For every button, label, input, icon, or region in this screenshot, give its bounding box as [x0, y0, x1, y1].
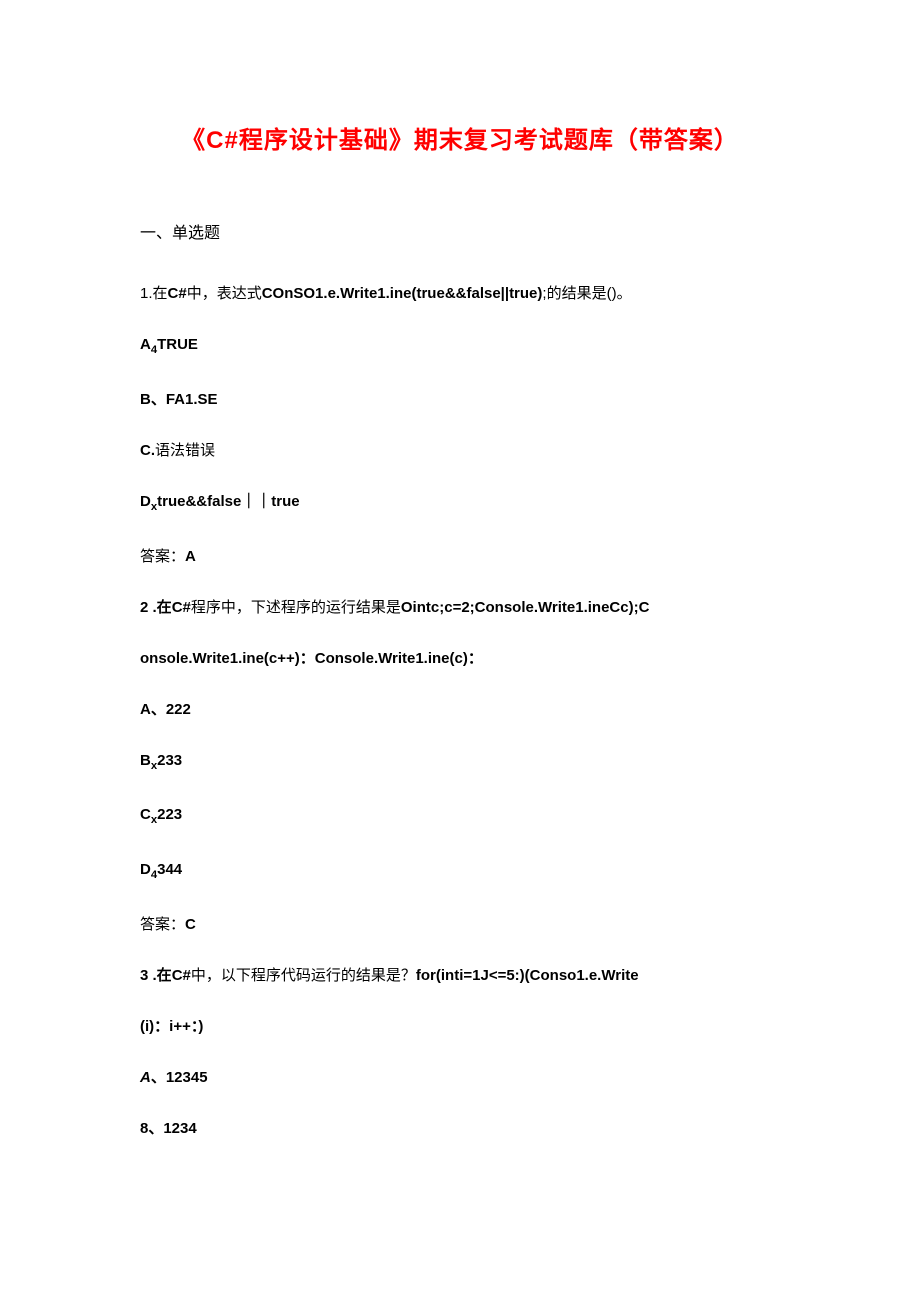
text: for(inti=1J<=5:)(Conso1.e.Write: [416, 967, 639, 984]
text: 3 .在: [140, 967, 172, 984]
text: 、12345: [151, 1069, 208, 1086]
q3-stem-line2: (i)：i++：): [140, 1016, 780, 1037]
section-heading: 一、单选题: [140, 219, 780, 243]
q3-option-b: 8、1234: [140, 1118, 780, 1139]
q1-option-c: C.语法错误: [140, 440, 780, 461]
text: 223: [157, 806, 182, 823]
text: 中，表达式: [187, 285, 262, 302]
q2-stem-line1: 2 .在C#程序中，下述程序的运行结果是Ointc;c=2;Console.Wr…: [140, 597, 780, 618]
text: C: [140, 806, 151, 823]
answer-label: 答案：: [140, 548, 185, 565]
text: 233: [157, 752, 182, 769]
text: TRUE: [157, 336, 198, 353]
text: true&&false｜｜true: [157, 493, 300, 510]
answer-value: C: [185, 916, 196, 933]
q2-option-a: A、222: [140, 699, 780, 720]
text: 1.在: [140, 285, 168, 302]
answer-value: A: [185, 548, 196, 565]
text: ;的结果是()。: [542, 285, 631, 302]
q3-option-a: A、12345: [140, 1067, 780, 1088]
text: C#: [172, 599, 191, 616]
text: A: [140, 336, 151, 353]
q1-option-b: B、FA1.SE: [140, 389, 780, 410]
q3-stem-line1: 3 .在C#中，以下程序代码运行的结果是？for(inti=1J<=5:)(Co…: [140, 965, 780, 986]
text: 语法错误: [155, 442, 215, 459]
answer-label: 答案：: [140, 916, 185, 933]
q2-answer: 答案：C: [140, 914, 780, 935]
q1-stem: 1.在C#中，表达式COnSO1.e.Write1.ine(true&&fals…: [140, 283, 780, 304]
text: B: [140, 752, 151, 769]
q2-option-c: Cx223: [140, 804, 780, 829]
text: 中，以下程序代码运行的结果是？: [191, 967, 416, 984]
text: 2 .在: [140, 599, 172, 616]
text: COnSO1.e.Write1.ine(true&&false||true): [262, 285, 543, 302]
q2-option-d: D4344: [140, 859, 780, 884]
q2-stem-line2: onsole.Write1.ine(c++)：Console.Write1.in…: [140, 648, 780, 669]
q1-option-d: Dxtrue&&false｜｜true: [140, 491, 780, 516]
q1-option-a: A4TRUE: [140, 334, 780, 359]
text: A: [140, 1069, 151, 1086]
page-title: 《C#程序设计基础》期末复习考试题库（带答案）: [140, 120, 780, 155]
text: 344: [157, 861, 182, 878]
text: C.: [140, 442, 155, 459]
text: D: [140, 861, 151, 878]
text: C#: [168, 285, 187, 302]
text: Ointc;c=2;Console.Write1.ineCc);C: [401, 599, 650, 616]
text: C#: [172, 967, 191, 984]
q1-answer: 答案：A: [140, 546, 780, 567]
q2-option-b: Bx233: [140, 750, 780, 775]
text: D: [140, 493, 151, 510]
text: 程序中，下述程序的运行结果是: [191, 599, 401, 616]
